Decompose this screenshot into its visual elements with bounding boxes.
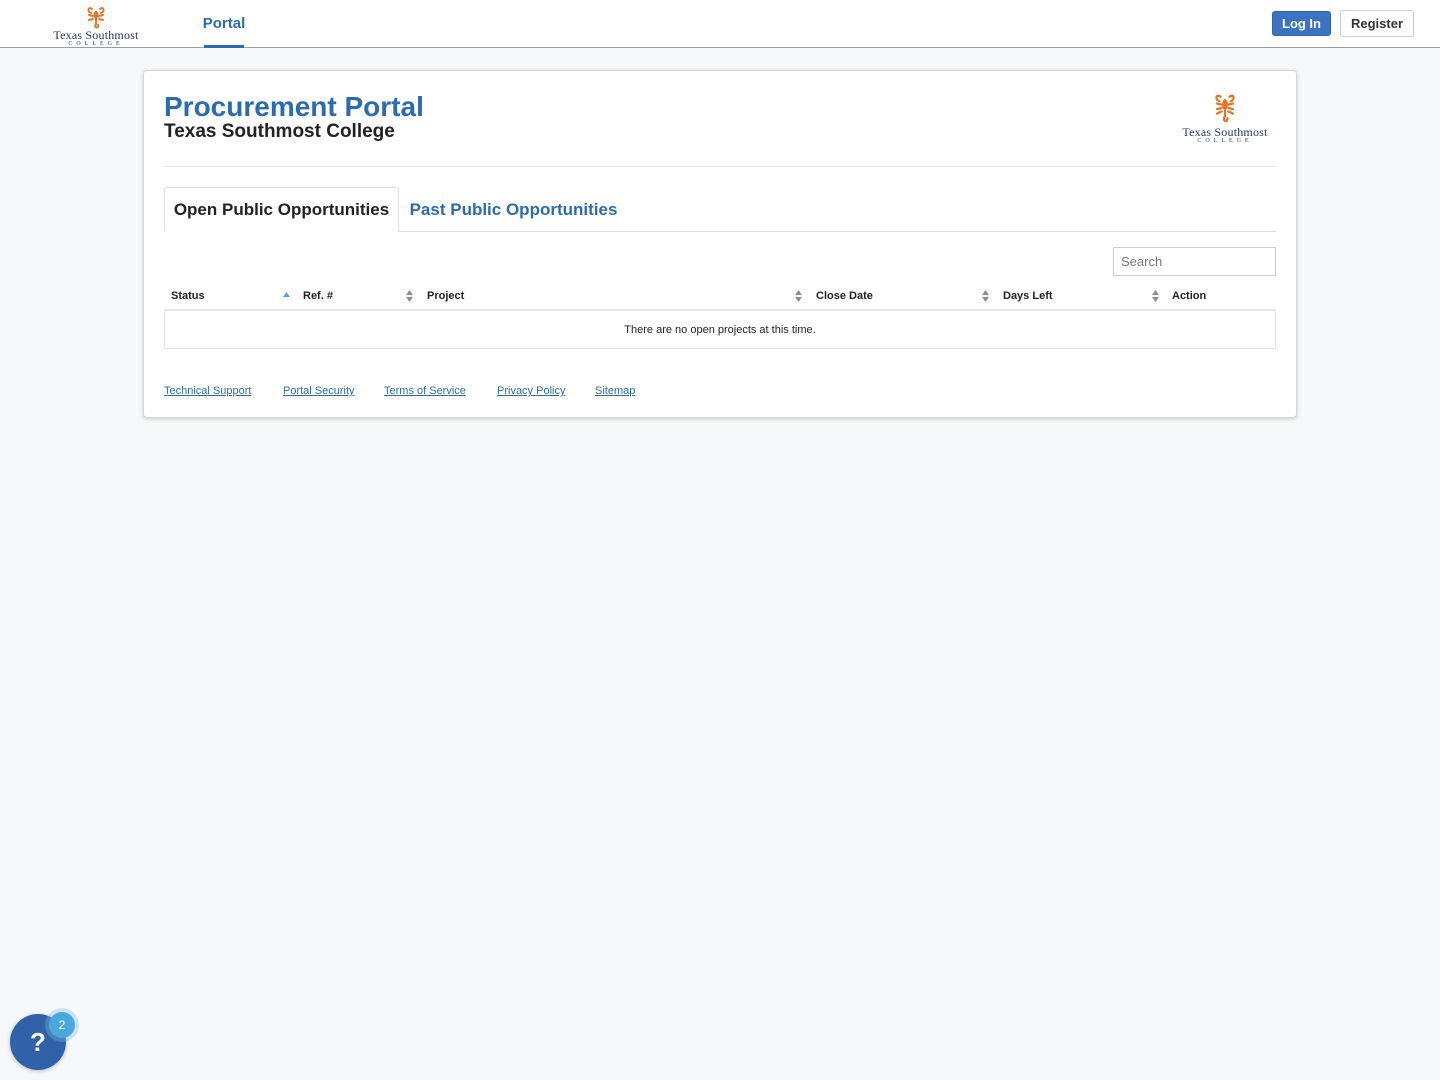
footer-link-technical-support[interactable]: Technical Support xyxy=(164,385,251,397)
brand-name: Texas Southmost xyxy=(53,28,139,42)
help-notification-badge: 2 xyxy=(49,1012,75,1038)
footer-link-portal-security[interactable]: Portal Security xyxy=(283,385,355,397)
footer-link-privacy-policy[interactable]: Privacy Policy xyxy=(497,385,565,397)
top-navbar: Texas Southmost COLLEGE Portal Log In Re… xyxy=(0,0,1440,48)
sort-both-icon[interactable] xyxy=(981,288,990,304)
brand-subtitle: COLLEGE xyxy=(68,41,124,47)
column-header-days-left[interactable]: Days Left xyxy=(1003,282,1053,309)
empty-table-message: There are no open projects at this time. xyxy=(624,323,816,336)
footer-link-terms-of-service[interactable]: Terms of Service xyxy=(384,385,466,397)
login-button[interactable]: Log In xyxy=(1272,11,1331,36)
procurement-card: Procurement Portal Texas Southmost Colle… xyxy=(143,70,1297,418)
column-header-close-date[interactable]: Close Date xyxy=(816,282,873,309)
header-divider xyxy=(164,166,1276,167)
logo-name: Texas Southmost xyxy=(1182,125,1268,139)
opportunity-tabs: Open Public Opportunities Past Public Op… xyxy=(164,187,1276,232)
tab-past-public-opportunities[interactable]: Past Public Opportunities xyxy=(400,187,627,232)
column-header-status[interactable]: Status xyxy=(171,282,205,309)
sort-both-icon[interactable] xyxy=(1151,288,1160,304)
scorpion-logo-icon xyxy=(87,7,105,29)
sort-both-icon[interactable] xyxy=(794,288,803,304)
sort-asc-icon[interactable] xyxy=(282,288,291,304)
table-header: Status Ref. # Project Close Date Days Le… xyxy=(164,282,1276,311)
help-widget: ? 2 xyxy=(10,1008,86,1072)
column-header-project[interactable]: Project xyxy=(427,282,464,309)
search-input[interactable] xyxy=(1113,247,1276,276)
page-title: Procurement Portal xyxy=(164,91,424,122)
tab-open-public-opportunities[interactable]: Open Public Opportunities xyxy=(164,187,399,232)
table-body: There are no open projects at this time. xyxy=(164,311,1276,349)
footer-link-sitemap[interactable]: Sitemap xyxy=(595,385,635,397)
scorpion-logo-icon xyxy=(1215,94,1235,123)
logo-subtitle: COLLEGE xyxy=(1197,138,1253,144)
page-subtitle: Texas Southmost College xyxy=(164,121,395,142)
nav-portal-link[interactable]: Portal xyxy=(203,0,245,48)
register-button[interactable]: Register xyxy=(1340,10,1414,37)
college-logo: Texas Southmost COLLEGE xyxy=(1172,91,1278,147)
help-question-icon: ? xyxy=(30,1026,46,1057)
column-header-ref[interactable]: Ref. # xyxy=(303,282,333,309)
column-header-action: Action xyxy=(1172,289,1207,302)
brand-logo-link[interactable]: Texas Southmost COLLEGE xyxy=(40,0,152,48)
sort-both-icon[interactable] xyxy=(405,288,414,304)
opportunities-table: Status Ref. # Project Close Date Days Le… xyxy=(164,282,1276,349)
